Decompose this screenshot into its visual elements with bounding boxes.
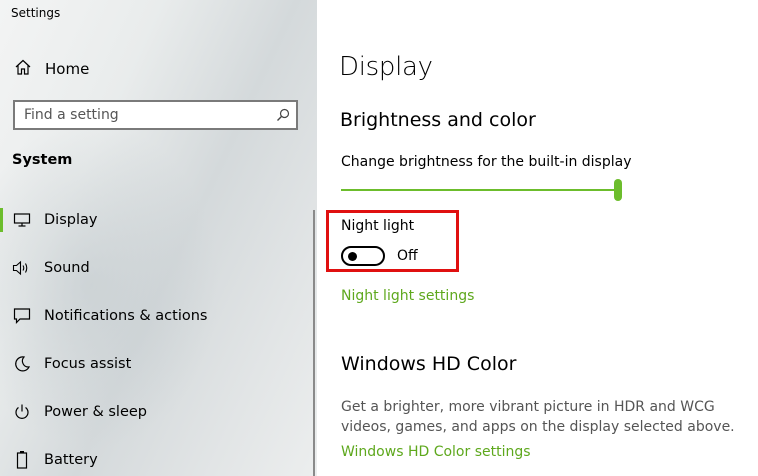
brightness-label: Change brightness for the built-in displ… [341, 154, 632, 170]
monitor-icon [12, 211, 32, 229]
sidebar-item-notifications[interactable]: Notifications & actions [0, 296, 300, 336]
hd-color-settings-link[interactable]: Windows HD Color settings [341, 444, 531, 460]
home-icon [14, 58, 32, 80]
app-title: Settings [11, 6, 61, 20]
sidebar-item-battery[interactable]: Battery [0, 440, 300, 476]
sidebar-item-label: Battery [44, 452, 98, 468]
sidebar-item-label: Notifications & actions [44, 308, 208, 324]
sidebar-item-label: Power & sleep [44, 404, 147, 420]
hd-color-heading: Windows HD Color [341, 353, 517, 375]
search-icon[interactable] [270, 108, 296, 122]
sidebar-item-label: Display [44, 212, 98, 228]
power-icon [12, 403, 32, 421]
search-box[interactable] [13, 100, 298, 130]
home-nav-item[interactable]: Home [14, 58, 89, 80]
sidebar-item-label: Focus assist [44, 356, 132, 372]
toggle-knob [348, 252, 357, 261]
sidebar-item-label: Sound [44, 260, 90, 276]
sidebar: Settings Home System Display Sound [0, 0, 317, 476]
sidebar-item-display[interactable]: Display [0, 200, 300, 240]
message-icon [12, 307, 32, 325]
sidebar-item-power-sleep[interactable]: Power & sleep [0, 392, 300, 432]
hd-color-description: Get a brighter, more vibrant picture in … [341, 399, 735, 435]
night-light-toggle[interactable] [341, 246, 385, 266]
brightness-section-heading: Brightness and color [340, 109, 536, 131]
battery-icon [12, 451, 32, 469]
section-title-system: System [12, 152, 73, 168]
home-label: Home [45, 60, 90, 78]
search-input[interactable] [15, 102, 270, 128]
night-light-state: Off [397, 248, 418, 264]
night-light-settings-link[interactable]: Night light settings [341, 288, 474, 304]
sidebar-scrollbar[interactable] [313, 210, 315, 476]
brightness-slider-thumb[interactable] [614, 179, 622, 201]
night-light-label: Night light [341, 218, 415, 234]
speaker-icon [12, 259, 32, 277]
main-content: Display Brightness and color Change brig… [317, 0, 758, 476]
moon-icon [12, 355, 32, 373]
brightness-slider-track[interactable] [341, 189, 618, 191]
page-title: Display [339, 52, 433, 82]
sidebar-item-focus-assist[interactable]: Focus assist [0, 344, 300, 384]
sidebar-item-sound[interactable]: Sound [0, 248, 300, 288]
